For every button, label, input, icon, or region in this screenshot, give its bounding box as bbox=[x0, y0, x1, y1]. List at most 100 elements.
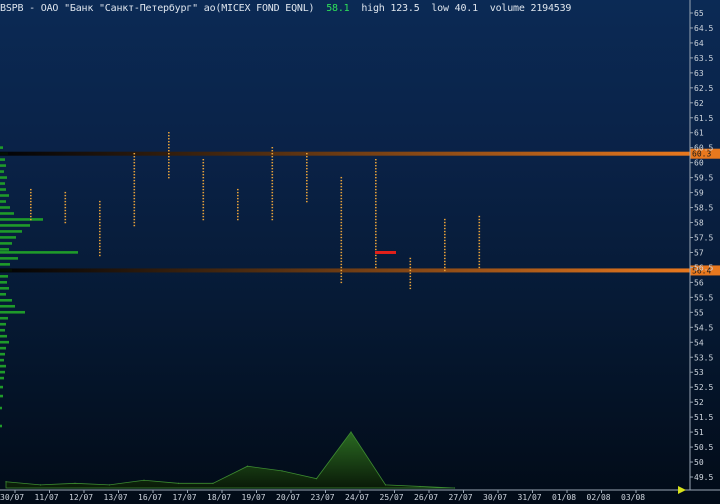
tick-dot bbox=[375, 212, 377, 215]
tick-dot bbox=[168, 176, 170, 179]
time-tick-label: 02/08 bbox=[587, 493, 611, 502]
profile-bar-37 bbox=[0, 364, 6, 368]
price-tick-label: 59 bbox=[694, 189, 704, 198]
price-tick-label: 56.5 bbox=[694, 263, 713, 272]
chart-area[interactable]: 60.3 56.4 65 64.5 64 63.5 63 62.5 62 61.5 61 60.5 6… bbox=[0, 0, 720, 504]
price-chart[interactable]: 60.356.4 6564.56463.56362.56261.56160.56… bbox=[0, 0, 720, 504]
tick-dot bbox=[237, 203, 239, 206]
price-tick-label: 53.5 bbox=[694, 353, 713, 362]
tick-dot bbox=[133, 209, 136, 212]
instrument-name: ОАО "Банк "Санкт-Петербург" ао(MICEX FON… bbox=[40, 3, 315, 14]
tick-dot bbox=[64, 206, 67, 209]
volume-value: volume 2194539 bbox=[489, 3, 572, 14]
tick-dot bbox=[99, 224, 101, 227]
tick-dot bbox=[409, 275, 412, 278]
tick-dot bbox=[340, 245, 343, 248]
tick-dot bbox=[478, 257, 481, 260]
tick-dot bbox=[202, 203, 205, 206]
volume-point-5 bbox=[177, 482, 180, 484]
tick-dot bbox=[375, 260, 377, 263]
day-range-20/07 bbox=[306, 152, 308, 203]
tick-dot bbox=[478, 224, 481, 227]
tick-dot bbox=[271, 150, 274, 152]
tick-dot bbox=[340, 194, 343, 197]
tick-dot bbox=[99, 203, 101, 206]
tick-dot bbox=[340, 266, 343, 269]
tick-dot bbox=[340, 242, 343, 245]
profile-bar-7 bbox=[0, 188, 6, 191]
tick-dot bbox=[202, 170, 205, 173]
volume-point-8 bbox=[281, 470, 283, 472]
volume-point-9 bbox=[315, 478, 318, 480]
tick-dot bbox=[168, 173, 170, 176]
tick-dot bbox=[340, 221, 343, 224]
tick-dot bbox=[271, 167, 274, 170]
tick-dot bbox=[375, 191, 377, 194]
tick-dot bbox=[237, 215, 239, 218]
tick-dot bbox=[375, 164, 377, 167]
tick-dot bbox=[409, 263, 412, 266]
profile-bar-12 bbox=[0, 218, 43, 221]
profile-bar-6 bbox=[0, 182, 5, 185]
volume-point-6 bbox=[212, 482, 214, 484]
tick-dot bbox=[133, 179, 136, 182]
tick-dot bbox=[202, 206, 205, 209]
tick-dot bbox=[340, 248, 343, 251]
tick-dot bbox=[340, 215, 343, 218]
tick-dot bbox=[99, 230, 101, 233]
tick-dot bbox=[133, 176, 136, 179]
tick-dot bbox=[375, 233, 377, 236]
tick-dot bbox=[64, 209, 67, 212]
time-tick-label: 30/07 bbox=[0, 493, 24, 502]
tick-dot bbox=[133, 152, 136, 155]
tick-dot bbox=[237, 212, 239, 215]
tick-dot bbox=[237, 218, 239, 221]
tick-dot bbox=[99, 245, 101, 248]
time-tick-label: 03/08 bbox=[621, 493, 645, 502]
tick-dot bbox=[340, 254, 343, 257]
tick-dot bbox=[271, 194, 274, 197]
volume-point-11 bbox=[384, 484, 387, 486]
tick-dot bbox=[271, 200, 274, 203]
tick-dot bbox=[202, 158, 205, 161]
tick-dot bbox=[375, 170, 377, 173]
tick-dot bbox=[271, 173, 274, 176]
tick-dot bbox=[271, 176, 274, 179]
support-level-line bbox=[0, 268, 690, 273]
tick-dot bbox=[375, 173, 377, 176]
tick-dot bbox=[375, 167, 377, 170]
tick-dot bbox=[375, 245, 377, 248]
tick-dot bbox=[271, 161, 274, 164]
profile-bar-2 bbox=[0, 158, 5, 161]
tick-dot bbox=[375, 188, 377, 191]
tick-dot bbox=[444, 218, 446, 221]
profile-bar-33 bbox=[0, 340, 9, 344]
tick-dot bbox=[478, 251, 481, 254]
tick-dot bbox=[99, 236, 101, 239]
tick-dot bbox=[30, 218, 32, 221]
price-tick-label: 51 bbox=[694, 428, 704, 437]
tick-dot bbox=[202, 176, 205, 179]
tick-dot bbox=[375, 239, 377, 242]
volume-profile bbox=[0, 146, 78, 428]
price-tick-label: 54.5 bbox=[694, 323, 713, 332]
tick-dot bbox=[202, 182, 205, 185]
tick-dot bbox=[271, 197, 274, 200]
price-tick-label: 64 bbox=[694, 39, 704, 48]
tick-dot bbox=[202, 191, 205, 194]
tick-dot bbox=[306, 185, 308, 188]
tick-dot bbox=[237, 197, 239, 200]
tick-dot bbox=[202, 197, 205, 200]
tick-dot bbox=[202, 215, 205, 218]
profile-bar-30 bbox=[0, 322, 6, 326]
tick-dot bbox=[99, 248, 101, 251]
tick-dot bbox=[306, 197, 308, 200]
tick-dot bbox=[30, 209, 32, 212]
day-range-18/07 bbox=[237, 188, 239, 221]
price-tick-label: 52 bbox=[694, 398, 704, 407]
tick-dot bbox=[375, 215, 377, 218]
last-price: 58.1 bbox=[326, 3, 350, 14]
tick-dot bbox=[340, 272, 343, 275]
price-tick-label: 49.5 bbox=[694, 473, 713, 482]
tick-dot bbox=[30, 206, 32, 209]
